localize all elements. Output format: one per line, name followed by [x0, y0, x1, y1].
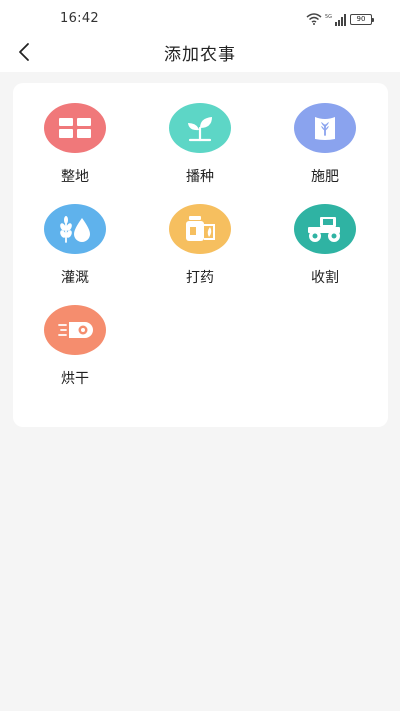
signal-icon: 5G [325, 13, 346, 26]
battery-icon: 90 [350, 13, 374, 25]
task-item-icon-bg [169, 204, 231, 254]
task-item-label: 整地 [61, 169, 89, 185]
task-item-label: 烘干 [61, 371, 89, 387]
sprout-icon [188, 117, 212, 142]
task-item-label: 施肥 [311, 169, 339, 185]
fertilizer-bag-icon [315, 117, 335, 140]
top-bar: 16:42 5G 90 添加农事 [0, 0, 400, 72]
page-title: 添加农事 [164, 45, 236, 65]
task-item-icon-bg [44, 204, 106, 254]
field-icon [59, 118, 91, 138]
task-item-icon-bg [44, 305, 106, 355]
task-item-harvest[interactable]: 收割 [275, 184, 375, 286]
farm-task-grid: 整地 播种 施肥 灌溉 打药 收割 烘干 [13, 83, 388, 427]
task-item-land-prep[interactable]: 整地 [25, 83, 125, 185]
task-item-label: 播种 [186, 169, 214, 185]
status-icons: 5G 90 [306, 12, 374, 26]
task-item-label: 灌溉 [61, 270, 89, 286]
task-item-label: 收割 [311, 270, 339, 286]
tractor-icon [308, 217, 340, 242]
task-item-fertilizing[interactable]: 施肥 [275, 83, 375, 185]
task-item-spraying[interactable]: 打药 [150, 184, 250, 286]
task-item-icon-bg [169, 103, 231, 153]
task-item-icon-bg [294, 204, 356, 254]
task-item-irrigation[interactable]: 灌溉 [25, 184, 125, 286]
task-item-icon-bg [44, 103, 106, 153]
svg-text:5G: 5G [325, 14, 332, 20]
task-item-drying[interactable]: 烘干 [25, 285, 125, 387]
irrigation-drop-icon [60, 216, 90, 243]
task-item-sowing[interactable]: 播种 [150, 83, 250, 185]
task-item-label: 打药 [186, 270, 214, 286]
pesticide-bottle-icon [186, 216, 215, 241]
task-item-icon-bg [294, 103, 356, 153]
wifi-icon [306, 13, 322, 25]
status-time: 16:42 [60, 11, 99, 26]
dryer-icon [58, 322, 93, 338]
